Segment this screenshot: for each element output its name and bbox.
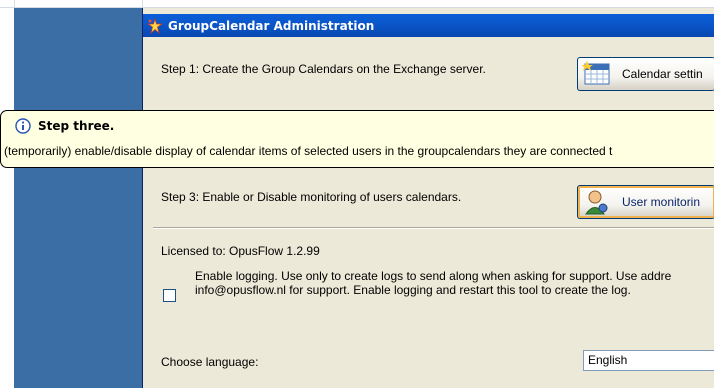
- enable-logging-checkbox[interactable]: [163, 289, 176, 302]
- logging-description: Enable logging. Use only to create logs …: [195, 269, 714, 297]
- user-icon: [585, 190, 608, 215]
- admin-window: GroupCalendar Administration Step 1: Cre…: [142, 8, 714, 388]
- step3-label: Step 3: Enable or Disable monitoring of …: [161, 190, 462, 204]
- user-monitoring-button[interactable]: User monitorin: [577, 185, 714, 219]
- side-panel: [14, 8, 142, 388]
- language-select[interactable]: English: [583, 350, 714, 371]
- language-label: Choose language:: [161, 355, 259, 369]
- step1-label: Step 1: Create the Group Calendars on th…: [161, 62, 486, 76]
- license-text: Licensed to: OpusFlow 1.2.99: [161, 244, 320, 258]
- tooltip-title: Step three.: [38, 119, 115, 133]
- logging-line-2: info@opusflow.nl for support. Enable log…: [195, 283, 631, 297]
- user-monitoring-label: User monitorin: [622, 195, 701, 209]
- tooltip-body: (temporarily) enable/disable display of …: [4, 144, 613, 158]
- window-title: GroupCalendar Administration: [168, 18, 375, 33]
- sparkle-app-icon: [147, 17, 163, 34]
- step-three-tooltip: Step three. (temporarily) enable/disable…: [0, 110, 714, 168]
- separator: [153, 227, 714, 229]
- calendar-icon: [582, 61, 610, 85]
- calendar-settings-button[interactable]: Calendar settin: [577, 57, 714, 91]
- calendar-settings-label: Calendar settin: [622, 67, 703, 81]
- screen: GroupCalendar Administration Step 1: Cre…: [0, 0, 714, 388]
- title-bar[interactable]: GroupCalendar Administration: [143, 14, 714, 37]
- logging-line-1: Enable logging. Use only to create logs …: [195, 269, 672, 283]
- info-icon: [15, 118, 31, 134]
- window-content: Step 1: Create the Group Calendars on th…: [143, 37, 714, 388]
- tooltip-header: Step three.: [15, 118, 114, 134]
